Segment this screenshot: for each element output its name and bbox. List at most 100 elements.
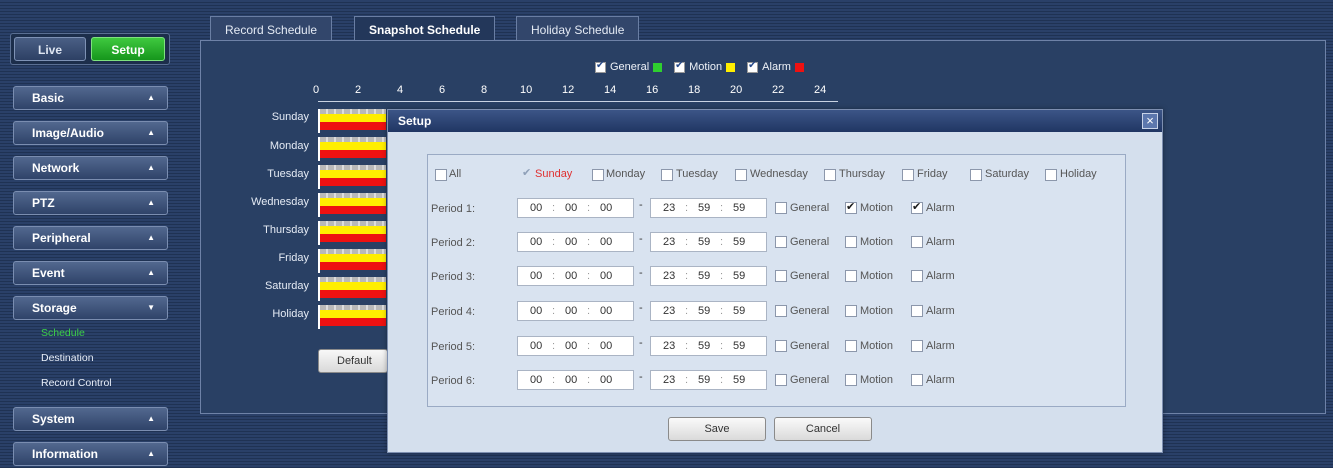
- thursday-checkbox[interactable]: [824, 169, 836, 181]
- start-hour[interactable]: 00: [530, 337, 542, 355]
- start-second[interactable]: 00: [600, 371, 612, 389]
- alarm-checkbox[interactable]: [911, 374, 923, 386]
- tab-snapshot-schedule[interactable]: Snapshot Schedule: [354, 16, 496, 42]
- menu-peripheral[interactable]: Peripheral ▲: [13, 226, 168, 250]
- end-second[interactable]: 59: [733, 199, 745, 217]
- general-checkbox[interactable]: [775, 202, 787, 214]
- end-minute[interactable]: 59: [698, 337, 710, 355]
- start-minute[interactable]: 00: [565, 199, 577, 217]
- live-button[interactable]: Live: [14, 37, 86, 61]
- start-hour[interactable]: 00: [530, 267, 542, 285]
- menu-information[interactable]: Information ▲: [13, 442, 168, 466]
- end-minute[interactable]: 59: [698, 199, 710, 217]
- all-checkbox[interactable]: [435, 169, 447, 181]
- sunday-checkbox[interactable]: [521, 166, 533, 180]
- holiday-checkbox[interactable]: [1045, 169, 1057, 181]
- alarm-checkbox[interactable]: [911, 305, 923, 317]
- start-hour[interactable]: 00: [530, 302, 542, 320]
- end-hour[interactable]: 23: [663, 233, 675, 251]
- alarm-checkbox[interactable]: [911, 200, 923, 214]
- start-second[interactable]: 00: [600, 337, 612, 355]
- tab-holiday-schedule[interactable]: Holiday Schedule: [516, 16, 640, 42]
- start-hour[interactable]: 00: [530, 233, 542, 251]
- start-time-input[interactable]: 00: 00: 00: [517, 301, 634, 321]
- end-minute[interactable]: 59: [698, 371, 710, 389]
- schedule-bar-holiday[interactable]: [318, 305, 386, 329]
- start-second[interactable]: 00: [600, 267, 612, 285]
- motion-checkbox[interactable]: [845, 270, 857, 282]
- tuesday-checkbox[interactable]: [661, 169, 673, 181]
- submenu-schedule[interactable]: Schedule: [41, 327, 85, 339]
- end-time-input[interactable]: 23: 59: 59: [650, 336, 767, 356]
- start-second[interactable]: 00: [600, 302, 612, 320]
- close-icon[interactable]: ×: [1142, 113, 1158, 129]
- start-minute[interactable]: 00: [565, 371, 577, 389]
- end-second[interactable]: 59: [733, 337, 745, 355]
- general-checkbox[interactable]: [775, 374, 787, 386]
- setup-button[interactable]: Setup: [91, 37, 165, 61]
- cancel-button[interactable]: Cancel: [774, 417, 872, 441]
- alarm-checkbox[interactable]: [911, 236, 923, 248]
- motion-checkbox[interactable]: [845, 305, 857, 317]
- menu-storage[interactable]: Storage ▼: [13, 296, 168, 320]
- legend-alarm-checkbox[interactable]: [747, 60, 759, 73]
- default-button[interactable]: Default: [318, 349, 388, 373]
- start-minute[interactable]: 00: [565, 302, 577, 320]
- schedule-bar-sunday[interactable]: [318, 109, 386, 133]
- start-hour[interactable]: 00: [530, 371, 542, 389]
- start-time-input[interactable]: 00: 00: 00: [517, 336, 634, 356]
- end-second[interactable]: 59: [733, 267, 745, 285]
- friday-checkbox[interactable]: [902, 169, 914, 181]
- menu-basic[interactable]: Basic ▲: [13, 86, 168, 110]
- general-checkbox[interactable]: [775, 340, 787, 352]
- start-time-input[interactable]: 00: 00: 00: [517, 370, 634, 390]
- end-hour[interactable]: 23: [663, 302, 675, 320]
- alarm-checkbox[interactable]: [911, 270, 923, 282]
- motion-checkbox[interactable]: [845, 340, 857, 352]
- start-minute[interactable]: 00: [565, 233, 577, 251]
- general-checkbox[interactable]: [775, 236, 787, 248]
- end-second[interactable]: 59: [733, 233, 745, 251]
- end-time-input[interactable]: 23: 59: 59: [650, 266, 767, 286]
- schedule-bar-friday[interactable]: [318, 249, 386, 273]
- end-time-input[interactable]: 23: 59: 59: [650, 370, 767, 390]
- end-hour[interactable]: 23: [663, 371, 675, 389]
- general-checkbox[interactable]: [775, 305, 787, 317]
- submenu-destination[interactable]: Destination: [41, 352, 94, 364]
- end-time-input[interactable]: 23: 59: 59: [650, 232, 767, 252]
- general-checkbox[interactable]: [775, 270, 787, 282]
- end-minute[interactable]: 59: [698, 267, 710, 285]
- legend-motion-checkbox[interactable]: [674, 60, 686, 73]
- end-time-input[interactable]: 23: 59: 59: [650, 301, 767, 321]
- legend-general-checkbox[interactable]: [595, 60, 606, 73]
- monday-checkbox[interactable]: [592, 169, 604, 181]
- save-button[interactable]: Save: [668, 417, 766, 441]
- start-minute[interactable]: 00: [565, 267, 577, 285]
- end-time-input[interactable]: 23: 59: 59: [650, 198, 767, 218]
- start-minute[interactable]: 00: [565, 337, 577, 355]
- schedule-bar-thursday[interactable]: [318, 221, 386, 245]
- end-minute[interactable]: 59: [698, 302, 710, 320]
- menu-system[interactable]: System ▲: [13, 407, 168, 431]
- menu-event[interactable]: Event ▲: [13, 261, 168, 285]
- end-minute[interactable]: 59: [698, 233, 710, 251]
- menu-image-audio[interactable]: Image/Audio ▲: [13, 121, 168, 145]
- menu-ptz[interactable]: PTZ ▲: [13, 191, 168, 215]
- end-second[interactable]: 59: [733, 302, 745, 320]
- start-time-input[interactable]: 00: 00: 00: [517, 232, 634, 252]
- start-time-input[interactable]: 00: 00: 00: [517, 198, 634, 218]
- start-time-input[interactable]: 00: 00: 00: [517, 266, 634, 286]
- motion-checkbox[interactable]: [845, 374, 857, 386]
- motion-checkbox[interactable]: [845, 236, 857, 248]
- end-hour[interactable]: 23: [663, 337, 675, 355]
- alarm-checkbox[interactable]: [911, 340, 923, 352]
- schedule-bar-monday[interactable]: [318, 137, 386, 161]
- start-second[interactable]: 00: [600, 233, 612, 251]
- wednesday-checkbox[interactable]: [735, 169, 747, 181]
- schedule-bar-wednesday[interactable]: [318, 193, 386, 217]
- submenu-record-control[interactable]: Record Control: [41, 377, 112, 389]
- end-hour[interactable]: 23: [663, 267, 675, 285]
- motion-checkbox[interactable]: [845, 200, 857, 214]
- end-second[interactable]: 59: [733, 371, 745, 389]
- schedule-bar-tuesday[interactable]: [318, 165, 386, 189]
